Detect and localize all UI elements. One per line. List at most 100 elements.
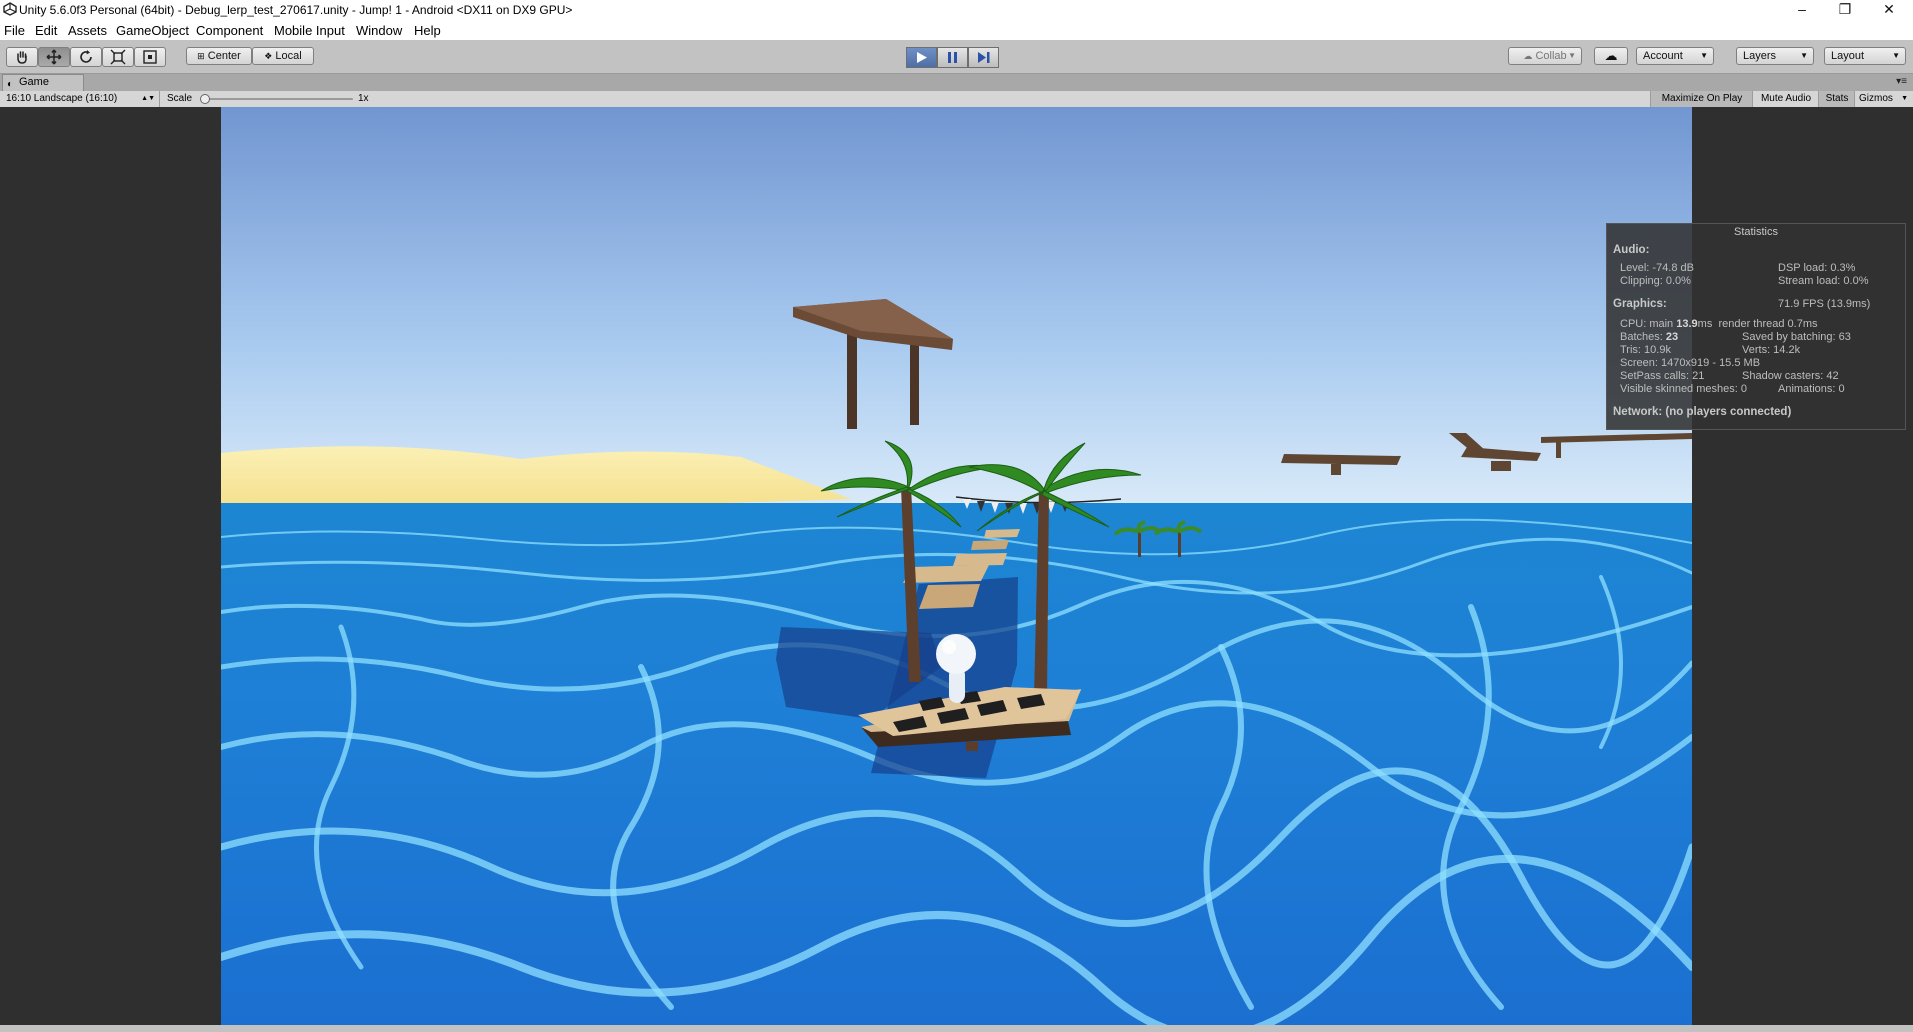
scale-value: 1x [358,93,369,104]
scale-label: Scale [167,93,193,104]
step-button[interactable] [968,47,999,68]
cpu-prefix: CPU: main [1620,318,1677,330]
menu-gameobject[interactable]: GameObject [116,23,189,38]
cpu-timing: CPU: main 13.9ms render thread 0.7ms [1620,318,1818,330]
pivot-center-label: Center [207,50,241,62]
main-toolbar: ⊞ Center ❖ Local ☁ Collab ▼ ☁ Account ▼ … [0,40,1913,74]
chevron-down-icon: ▼ [1800,51,1808,60]
menu-assets[interactable]: Assets [68,23,107,38]
menu-component[interactable]: Component [196,23,263,38]
play-icon [917,52,927,63]
maximize-button[interactable]: ❐ [1830,0,1860,20]
stats-toggle[interactable]: Stats [1818,91,1855,107]
play-button[interactable] [906,47,937,68]
verts-count: Verts: 14.2k [1742,344,1801,356]
hand-tool-button[interactable] [6,47,38,67]
cpu-suffix: ms render thread 0.7ms [1697,318,1818,330]
local-space-icon: ❖ [264,51,273,61]
layout-dropdown[interactable]: Layout ▼ [1824,47,1906,65]
gizmos-dropdown[interactable]: Gizmos ▼ [1854,91,1910,107]
game-tab-label: Game [19,76,49,88]
scale-slider-thumb[interactable] [200,94,210,104]
game-scene-render[interactable] [221,107,1692,1025]
cpu-main-value: 13.9 [1676,318,1698,330]
mute-audio-toggle[interactable]: Mute Audio [1752,91,1819,107]
pivot-local-toggle[interactable]: ❖ Local [252,47,314,65]
updown-arrow-icon: ▲▼ [141,95,155,102]
hand-icon [17,51,27,64]
step-icon [978,52,990,63]
statistics-panel: Statistics Audio: Level: -74.8 dB DSP lo… [1606,223,1906,430]
fps-readout: 71.9 FPS (13.9ms) [1778,298,1871,310]
audio-stream-load: Stream load: 0.0% [1778,275,1869,287]
cloud-icon: ☁ [1604,48,1618,63]
batches: Batches: 23 [1620,331,1678,343]
scale-tool-button[interactable] [102,47,134,67]
network-status: Network: (no players connected) [1613,406,1792,418]
screen-info: Screen: 1470x919 - 15.5 MB [1620,357,1761,369]
chevron-down-icon: ▼ [1901,95,1908,102]
rotate-tool-button[interactable] [70,47,102,67]
graphics-section-label: Graphics: [1613,298,1667,310]
pivot-local-label: Local [275,50,302,62]
scale-icon [110,49,126,65]
tab-game[interactable]: ◐ Game [2,74,84,91]
game-view-toolbar: 16:10 Landscape (16:10) ▲▼ Scale 1x Maxi… [0,91,1913,108]
visible-skinned-meshes: Visible skinned meshes: 0 [1620,383,1747,395]
tab-menu-icon[interactable]: ▾≡ [1896,76,1907,87]
game-controller-icon: ◐ [7,79,14,90]
pause-button[interactable] [937,47,968,68]
menu-file[interactable]: File [4,23,25,38]
shadow-casters: Shadow casters: 42 [1742,370,1839,382]
chevron-down-icon: ▼ [1700,51,1708,60]
move-icon [46,49,62,65]
pivot-icon: ⊞ [197,51,205,61]
chevron-down-icon: ▼ [1892,51,1900,60]
close-button[interactable]: ✕ [1874,0,1904,20]
menu-mobile-input[interactable]: Mobile Input [274,23,345,38]
gizmos-label: Gizmos [1859,93,1893,104]
menu-window[interactable]: Window [356,23,402,38]
window-title-bar: Unity 5.6.0f3 Personal (64bit) - Debug_l… [0,0,1913,20]
layout-label: Layout [1831,50,1865,62]
resolution-label: 16:10 Landscape (16:10) [6,93,118,104]
pause-icon [948,52,957,63]
animations-count: Animations: 0 [1778,383,1845,395]
window-title: Unity 5.6.0f3 Personal (64bit) - Debug_l… [19,3,573,17]
audio-dsp-load: DSP load: 0.3% [1778,262,1856,274]
rect-tool-button[interactable] [134,47,166,67]
maximize-on-play-toggle[interactable]: Maximize On Play [1650,91,1753,107]
pivot-center-toggle[interactable]: ⊞ Center [186,47,252,65]
layers-label: Layers [1743,50,1777,62]
game-tab-row: ◐ Game ▾≡ [0,74,1913,91]
setpass-calls: SetPass calls: 21 [1620,370,1705,382]
unity-logo-icon [3,2,17,16]
rect-transform-icon [143,50,157,64]
chevron-down-icon: ▼ [1568,51,1576,60]
collab-icon: ☁ [1523,51,1533,61]
tris-count: Tris: 10.9k [1620,344,1671,356]
account-label: Account [1643,50,1683,62]
statistics-header: Statistics [1733,226,1778,238]
audio-clipping: Clipping: 0.0% [1620,275,1691,287]
batches-value: 23 [1665,331,1679,343]
collab-label: Collab [1535,50,1567,62]
batches-prefix: Batches: [1620,331,1666,343]
menu-edit[interactable]: Edit [35,23,57,38]
audio-level: Level: -74.8 dB [1620,262,1694,274]
scale-slider-track[interactable] [203,98,353,100]
menu-bar: File Edit Assets GameObject Component Mo… [0,20,1913,40]
bottom-status-strip [0,1025,1913,1032]
saved-by-batching: Saved by batching: 63 [1742,331,1851,343]
game-viewport[interactable]: Statistics Audio: Level: -74.8 dB DSP lo… [0,107,1913,1025]
audio-section-label: Audio: [1613,244,1650,256]
move-tool-button[interactable] [38,47,70,67]
collab-dropdown[interactable]: ☁ Collab ▼ [1508,47,1582,65]
resolution-dropdown[interactable]: 16:10 Landscape (16:10) ▲▼ [0,91,160,107]
menu-help[interactable]: Help [414,23,441,38]
minimize-button[interactable]: – [1787,0,1817,20]
rotate-icon [80,50,92,63]
layers-dropdown[interactable]: Layers ▼ [1736,47,1814,65]
account-dropdown[interactable]: Account ▼ [1636,47,1714,65]
cloud-services-button[interactable]: ☁ [1594,47,1628,65]
